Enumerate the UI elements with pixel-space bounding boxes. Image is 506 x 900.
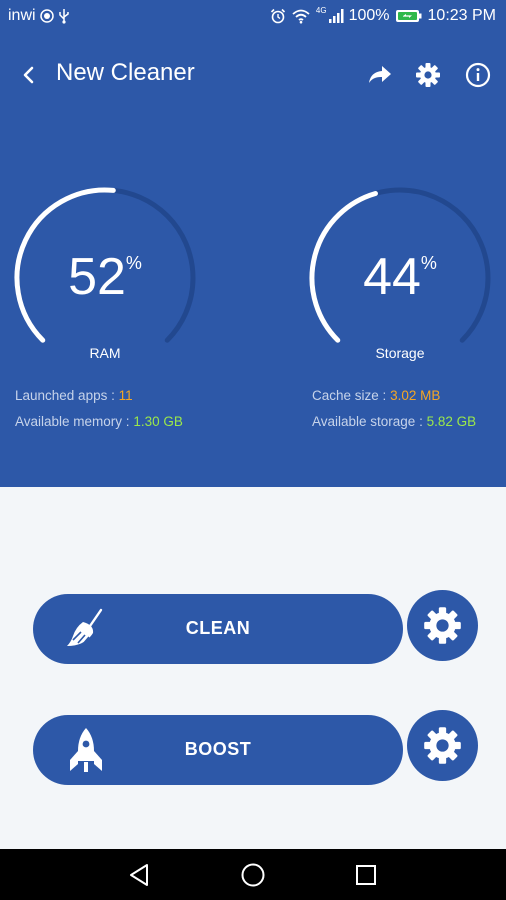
storage-label: Storage	[375, 345, 425, 361]
available-memory-row: Available memory : 1.30 GB	[15, 414, 183, 429]
info-icon[interactable]	[464, 61, 492, 89]
storage-gauge: 44% Storage	[307, 185, 493, 371]
ram-percent-unit: %	[125, 253, 142, 273]
clock-time: 10:23 PM	[427, 7, 496, 24]
ram-percent-value: 52	[68, 248, 126, 306]
available-storage-row: Available storage : 5.82 GB	[312, 414, 476, 429]
signal-icon	[328, 9, 344, 23]
gear-icon	[424, 607, 461, 644]
storage-percent-unit: %	[420, 253, 437, 273]
nav-home-icon[interactable]	[239, 861, 267, 889]
navigation-bar	[0, 849, 506, 900]
ram-label: RAM	[89, 345, 121, 361]
available-memory-label: Available memory :	[15, 414, 130, 429]
boost-label: BOOST	[184, 739, 252, 759]
boost-button[interactable]: BOOST	[33, 715, 403, 785]
nav-recents-icon[interactable]	[352, 861, 380, 889]
ram-gauge: 52% RAM	[12, 185, 198, 371]
share-icon[interactable]	[366, 61, 394, 89]
settings-icon[interactable]	[414, 61, 442, 89]
launched-apps-label: Launched apps :	[15, 388, 115, 403]
usb-icon	[58, 9, 69, 24]
storage-percent-value: 44	[363, 248, 421, 306]
gear-icon	[424, 727, 461, 764]
carrier-name: inwi	[8, 7, 36, 24]
battery-charging-icon	[395, 10, 422, 22]
boost-settings-button[interactable]	[407, 710, 478, 781]
wifi-icon	[292, 9, 310, 24]
available-storage-value: 5.82 GB	[426, 414, 477, 429]
page-title: New Cleaner	[56, 59, 195, 86]
cache-size-label: Cache size :	[312, 388, 387, 403]
clean-settings-button[interactable]	[407, 590, 478, 661]
cache-size-row: Cache size : 3.02 MB	[312, 388, 440, 403]
alarm-icon	[270, 8, 285, 24]
launched-apps-row: Launched apps : 11	[15, 388, 133, 403]
cache-size-value: 3.02 MB	[390, 388, 441, 403]
back-arrow-icon[interactable]	[14, 60, 44, 90]
nav-back-icon[interactable]	[126, 861, 154, 889]
available-memory-value: 1.30 GB	[133, 414, 183, 429]
network-type: 4G	[315, 5, 327, 15]
launched-apps-value: 11	[118, 388, 133, 403]
available-storage-label: Available storage :	[312, 414, 423, 429]
app-bar: New Cleaner	[0, 50, 506, 100]
status-bar: inwi 4G 100% 10:23 PM	[0, 0, 506, 34]
battery-percent: 100%	[348, 7, 390, 24]
record-icon	[39, 9, 54, 23]
clean-button[interactable]: CLEAN	[33, 594, 403, 664]
clean-label: CLEAN	[185, 618, 251, 638]
